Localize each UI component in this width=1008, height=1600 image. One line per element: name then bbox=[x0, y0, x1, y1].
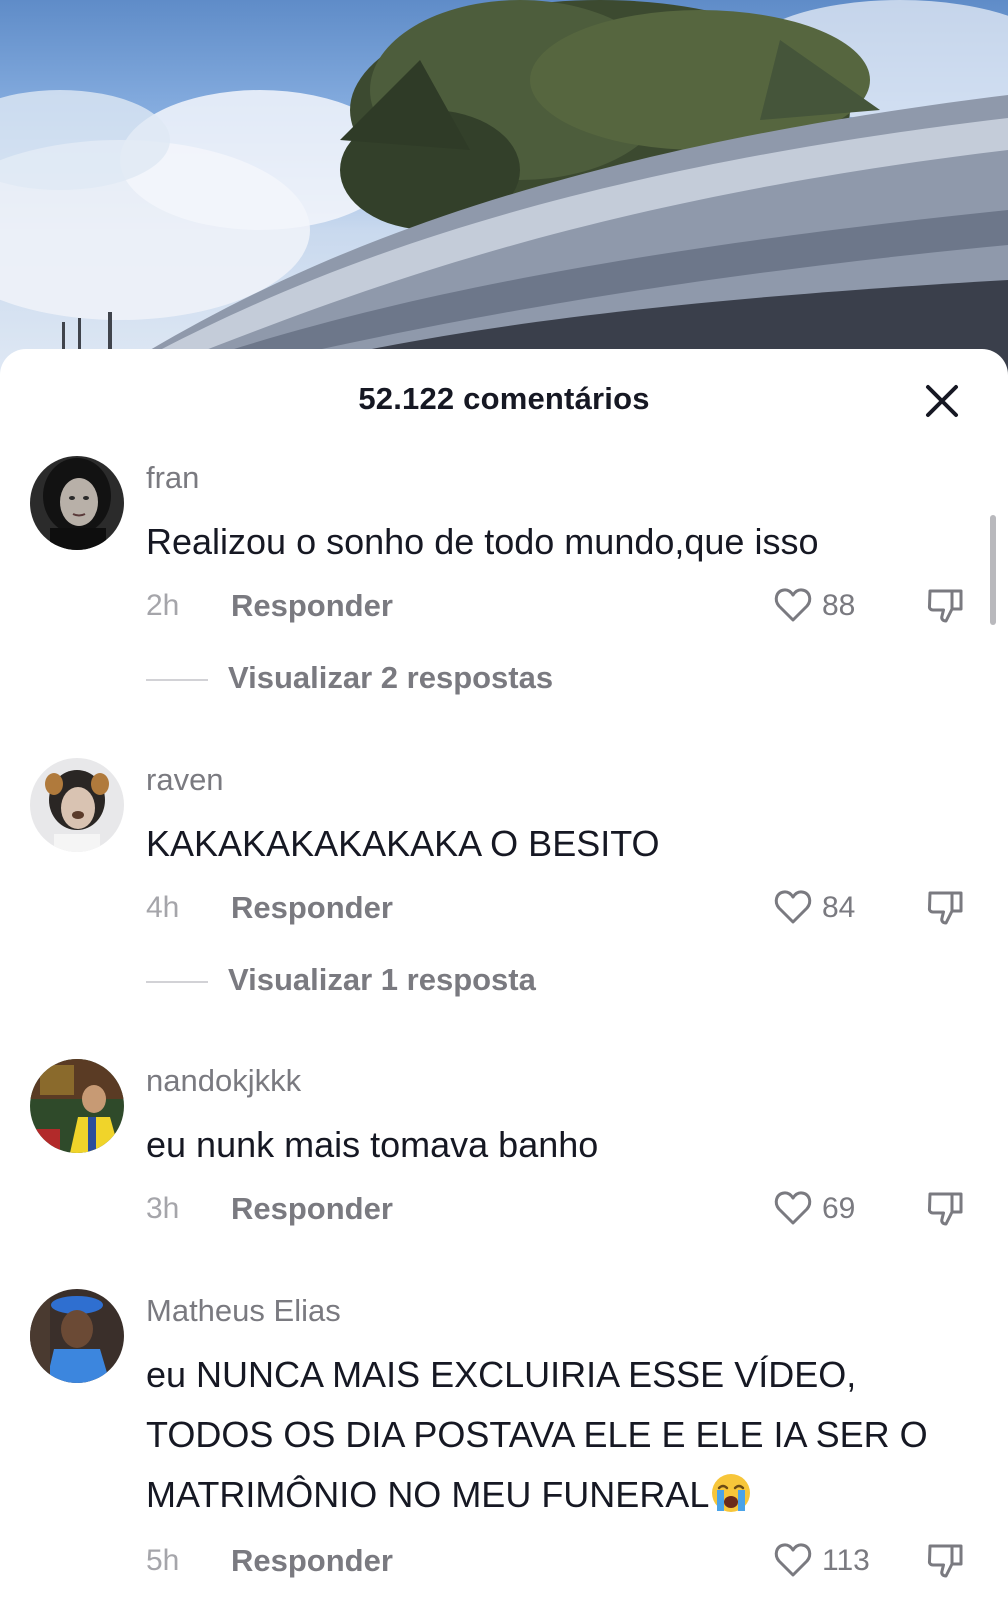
comment-text-body: eu NUNCA MAIS EXCLUIRIA ESSE VÍDEO, TODO… bbox=[146, 1354, 928, 1515]
comment-item: raven KAKAKAKAKAKAKA O BESITO 4h Respond… bbox=[0, 758, 1008, 1048]
comment-text: eu nunk mais tomava banho bbox=[146, 1124, 599, 1165]
thumbs-down-icon bbox=[927, 1192, 963, 1226]
comment-time: 2h bbox=[146, 589, 180, 622]
avatar[interactable] bbox=[30, 758, 124, 852]
reply-button[interactable]: Responder bbox=[231, 1543, 393, 1579]
like-button[interactable] bbox=[773, 1540, 813, 1580]
view-replies-label: Visualizar 2 respostas bbox=[228, 660, 554, 695]
dislike-button[interactable] bbox=[925, 585, 967, 627]
comment-time: 3h bbox=[146, 1192, 180, 1225]
tiktok-comments-screen: 52.122 comentários fran Realizou o sonho… bbox=[0, 0, 1008, 1600]
avatar[interactable] bbox=[30, 1059, 124, 1153]
comment-text: Realizou o sonho de todo mundo,que isso bbox=[146, 521, 819, 562]
dislike-button[interactable] bbox=[925, 1540, 967, 1582]
avatar[interactable] bbox=[30, 456, 124, 550]
like-button[interactable] bbox=[773, 1188, 813, 1228]
like-button[interactable] bbox=[773, 585, 813, 625]
avatar[interactable] bbox=[30, 1289, 124, 1383]
comment-text: KAKAKAKAKAKAKA O BESITO bbox=[146, 823, 660, 864]
comment-username[interactable]: Matheus Elias bbox=[146, 1293, 341, 1329]
heart-outline-icon bbox=[774, 890, 812, 924]
comment-actions: 5h Responder 113 bbox=[0, 1536, 1008, 1586]
comment-actions: 2h Responder 88 bbox=[0, 581, 1008, 631]
comment-time: 4h bbox=[146, 891, 180, 924]
comments-header: 52.122 comentários bbox=[0, 349, 1008, 439]
reply-button[interactable]: Responder bbox=[231, 890, 393, 926]
dislike-button[interactable] bbox=[925, 887, 967, 929]
comment-username[interactable]: fran bbox=[146, 460, 199, 496]
reply-button[interactable]: Responder bbox=[231, 588, 393, 624]
comment-username[interactable]: nandokjkkk bbox=[146, 1063, 301, 1099]
like-button[interactable] bbox=[773, 887, 813, 927]
heart-outline-icon bbox=[774, 588, 812, 622]
comment-item: fran Realizou o sonho de todo mundo,que … bbox=[0, 456, 1008, 746]
close-icon bbox=[926, 385, 958, 417]
heart-outline-icon bbox=[774, 1543, 812, 1577]
like-count: 69 bbox=[822, 1192, 856, 1225]
replies-divider bbox=[146, 679, 208, 681]
comment-item: Matheus Elias eu NUNCA MAIS EXCLUIRIA ES… bbox=[0, 1289, 1008, 1600]
comment-item: nandokjkkk eu nunk mais tomava banho 3h … bbox=[0, 1059, 1008, 1259]
close-button[interactable] bbox=[918, 377, 968, 427]
comment-text: eu NUNCA MAIS EXCLUIRIA ESSE VÍDEO, TODO… bbox=[146, 1345, 976, 1525]
comments-sheet: 52.122 comentários fran Realizou o sonho… bbox=[0, 349, 1008, 1600]
comments-count-title: 52.122 comentários bbox=[358, 381, 650, 416]
comment-actions: 4h Responder 84 bbox=[0, 883, 1008, 933]
thumbs-down-icon bbox=[927, 891, 963, 925]
like-count: 113 bbox=[822, 1544, 870, 1577]
like-count: 88 bbox=[822, 589, 856, 622]
heart-outline-icon bbox=[774, 1191, 812, 1225]
view-replies-label: Visualizar 1 resposta bbox=[228, 962, 536, 997]
reply-button[interactable]: Responder bbox=[231, 1191, 393, 1227]
loudly-crying-face-emoji bbox=[712, 1474, 751, 1512]
thumbs-down-icon bbox=[927, 589, 963, 623]
comment-username[interactable]: raven bbox=[146, 762, 224, 798]
dislike-button[interactable] bbox=[925, 1188, 967, 1230]
comment-actions: 3h Responder 69 bbox=[0, 1184, 1008, 1234]
view-replies-button[interactable]: Visualizar 2 respostas bbox=[146, 658, 746, 698]
replies-divider bbox=[146, 981, 208, 983]
like-count: 84 bbox=[822, 891, 856, 924]
view-replies-button[interactable]: Visualizar 1 resposta bbox=[146, 960, 746, 1000]
thumbs-down-icon bbox=[927, 1544, 963, 1578]
comment-time: 5h bbox=[146, 1544, 180, 1577]
